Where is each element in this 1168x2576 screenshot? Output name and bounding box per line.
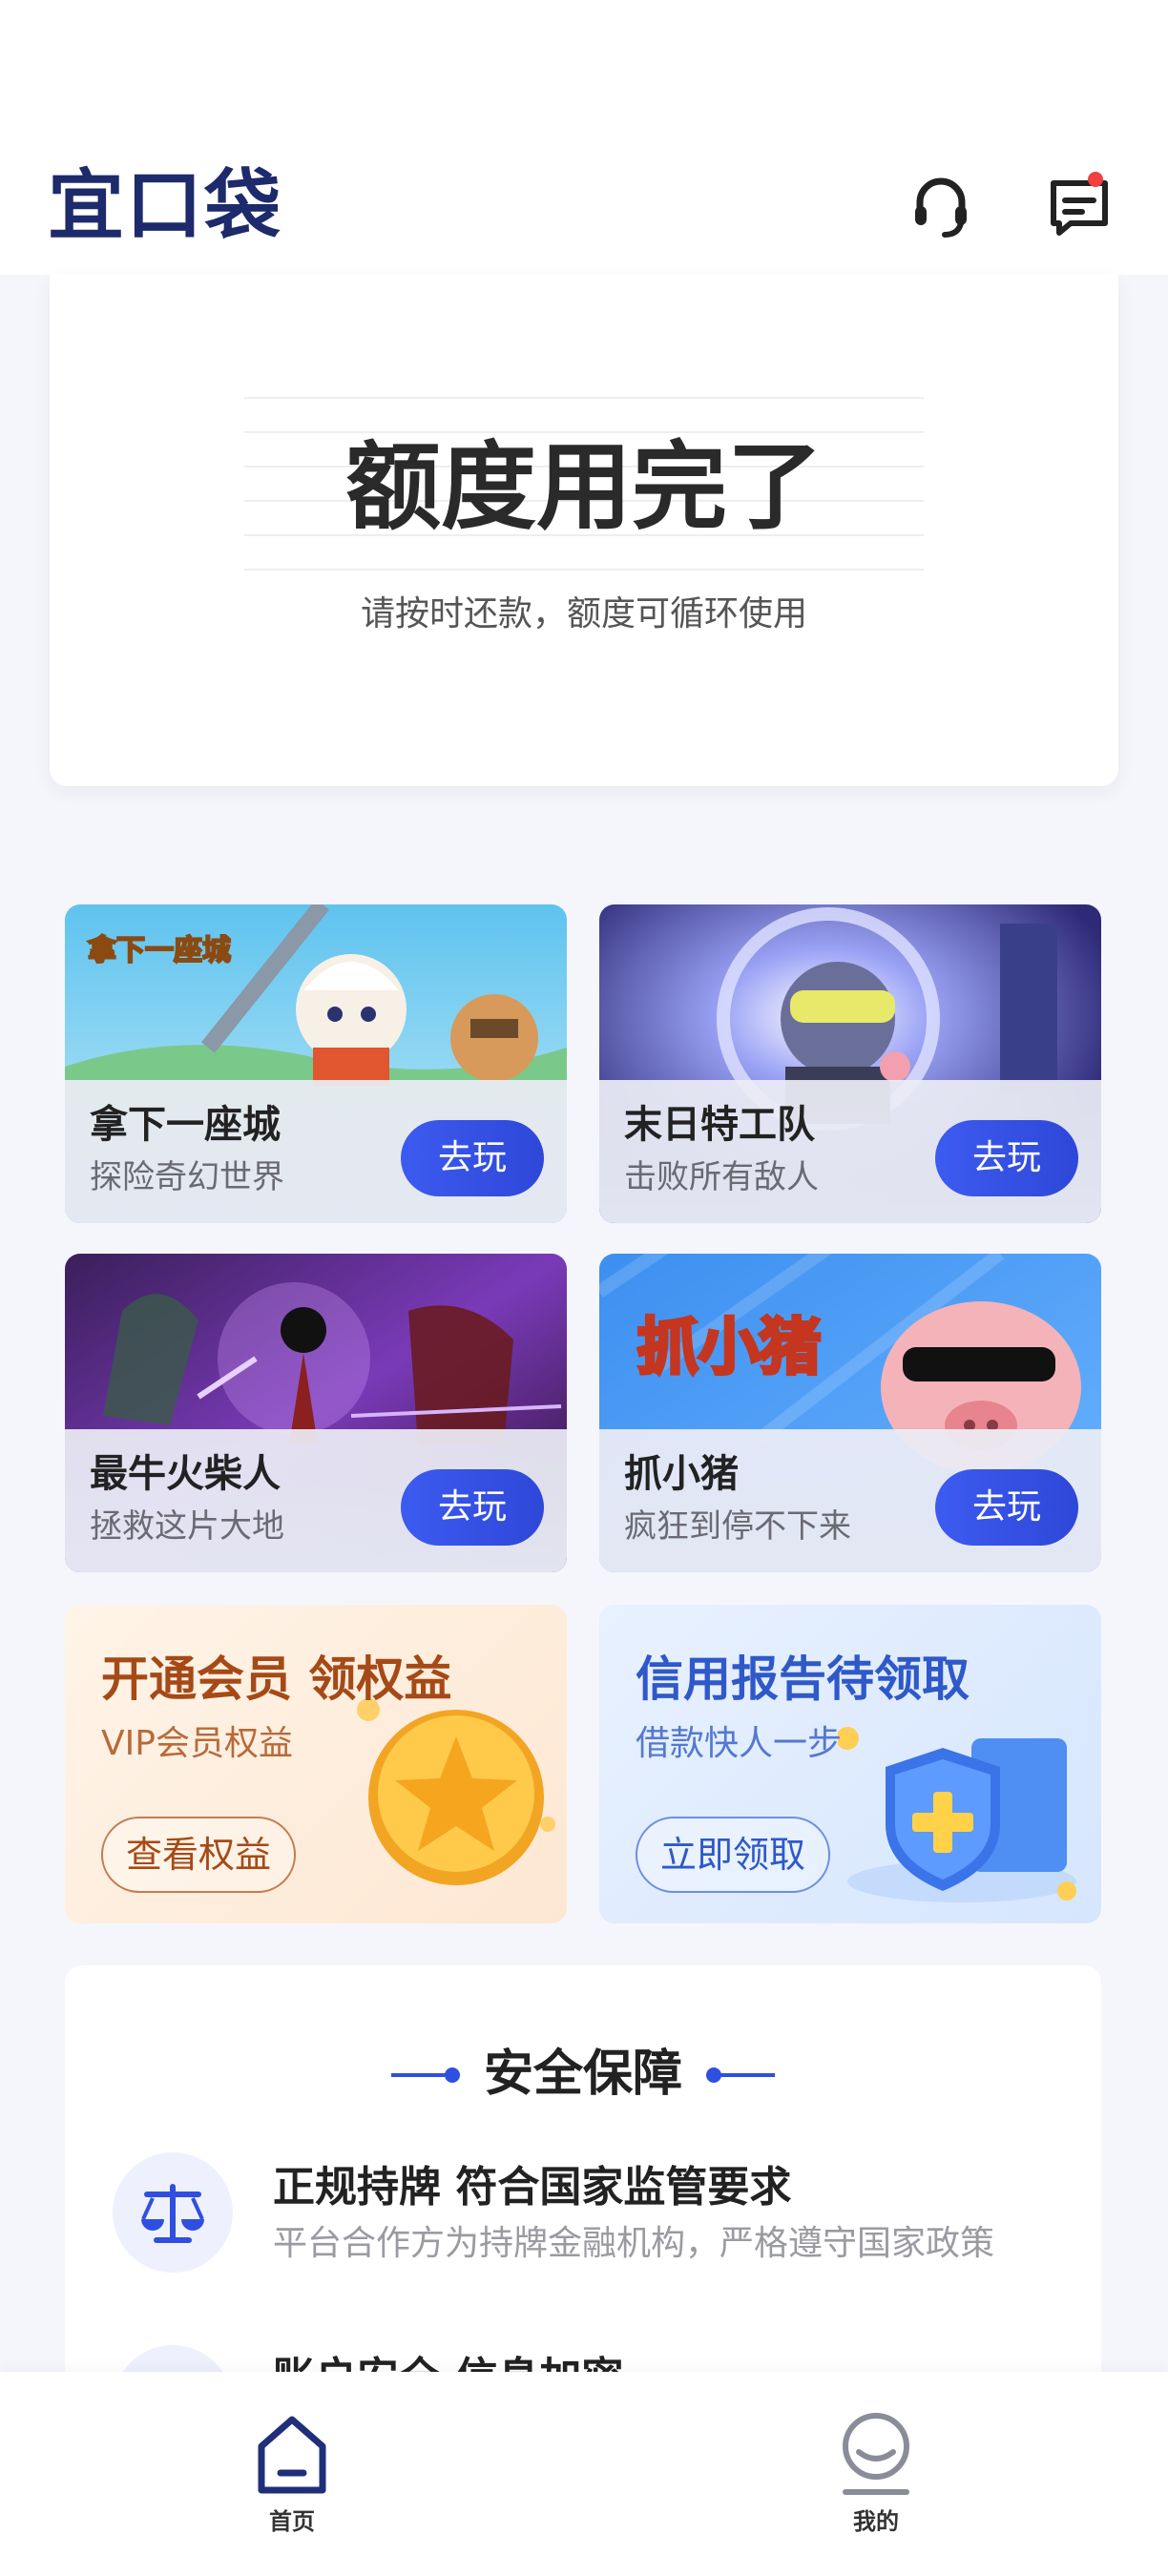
message-icon[interactable] — [1046, 172, 1115, 240]
game-name: 拿下一座城 — [90, 1103, 281, 1147]
app-header: 宜口袋 — [0, 0, 1168, 275]
scale-icon — [113, 2152, 233, 2273]
game-4-art-label: 抓小猪 — [637, 1313, 821, 1381]
safety-item-desc: 平台合作方为持牌金融机构，严格遵守国家政策 — [273, 2224, 995, 2263]
vip-promo-card[interactable]: 开通会员 领权益 VIP会员权益 查看权益 — [65, 1605, 567, 1923]
play-button[interactable]: 去玩 — [935, 1120, 1078, 1196]
tab-home[interactable]: 首页 — [177, 2372, 407, 2576]
claim-now-button[interactable]: 立即领取 — [636, 1817, 831, 1893]
game-card-1[interactable]: 拿下一座城 拿下一座城 探险奇幻世界 去玩 — [65, 904, 567, 1223]
game-name: 抓小猪 — [624, 1452, 739, 1496]
play-button[interactable]: 去玩 — [401, 1469, 544, 1546]
headset-icon[interactable] — [907, 172, 975, 240]
title-decoration — [718, 2073, 775, 2077]
shield-icon — [838, 1727, 1076, 1902]
quota-card: 额度用完了 请按时还款，额度可循环使用 — [50, 275, 1118, 786]
message-badge — [1088, 172, 1103, 187]
game-desc: 探险奇幻世界 — [90, 1158, 284, 1196]
home-icon — [258, 2416, 326, 2494]
game-card-2[interactable]: 末日特工队 击败所有敌人 去玩 — [599, 904, 1101, 1223]
credit-title: 信用报告待领取 — [636, 1652, 970, 1707]
credit-subtitle: 借款快人一步 — [636, 1724, 843, 1763]
game-desc: 击败所有敌人 — [624, 1158, 819, 1196]
game-1-art-label: 拿下一座城 — [88, 934, 231, 966]
view-benefits-button[interactable]: 查看权益 — [101, 1817, 297, 1893]
vip-subtitle: VIP会员权益 — [101, 1724, 293, 1763]
game-desc: 疯狂到停不下来 — [624, 1507, 851, 1546]
game-card-3[interactable]: 最牛火柴人 拯救这片大地 去玩 — [65, 1254, 567, 1572]
game-card-4[interactable]: 抓小猪 抓小猪 疯狂到停不下来 去玩 — [599, 1254, 1101, 1572]
quota-subtitle: 请按时还款，额度可循环使用 — [360, 594, 807, 634]
bottom-navigation: 首页 我的 — [0, 2372, 1168, 2576]
tab-mine-label: 我的 — [853, 2508, 899, 2535]
tab-home-label: 首页 — [269, 2508, 315, 2535]
gold-coin-icon — [357, 1698, 555, 1885]
game-name: 最牛火柴人 — [90, 1452, 281, 1496]
game-name: 末日特工队 — [624, 1103, 815, 1147]
safety-item-title: 正规持牌 符合国家监管要求 — [273, 2163, 792, 2212]
credit-report-card[interactable]: 信用报告待领取 借款快人一步 立即领取 — [599, 1605, 1101, 1923]
tab-mine[interactable]: 我的 — [761, 2372, 991, 2576]
play-button[interactable]: 去玩 — [935, 1469, 1078, 1546]
safety-title: 安全保障 — [483, 2046, 682, 2103]
vip-title: 开通会员 领权益 — [101, 1652, 452, 1707]
profile-icon — [843, 2413, 909, 2495]
quota-title: 额度用完了 — [345, 431, 823, 543]
game-desc: 拯救这片大地 — [90, 1507, 284, 1546]
play-button[interactable]: 去玩 — [401, 1120, 544, 1196]
app-logo: 宜口袋 — [48, 161, 282, 250]
